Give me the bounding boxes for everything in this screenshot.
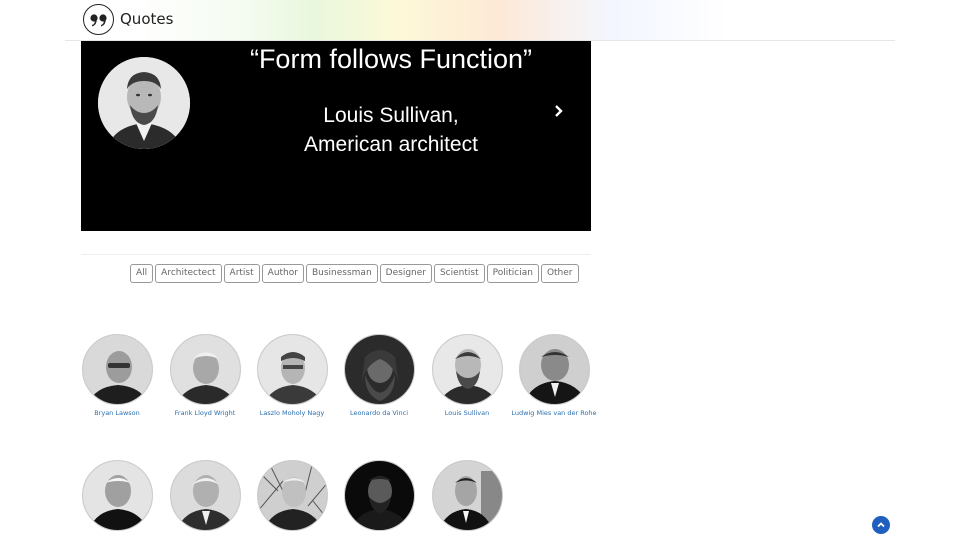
person-avatar[interactable] (81, 334, 153, 405)
person-avatar[interactable] (343, 334, 415, 405)
quote-author: Louis Sullivan, American architect (201, 101, 581, 159)
person-name[interactable]: Frank Lloyd Wright (160, 409, 250, 418)
person-card[interactable] (334, 460, 424, 531)
quote-carousel: “Form follows Function” Louis Sullivan, … (81, 41, 591, 231)
quote-author-name: Louis Sullivan, (323, 104, 459, 127)
filter-artist[interactable]: Artist (223, 264, 260, 283)
chevron-right-icon[interactable] (551, 103, 567, 119)
person-card[interactable]: Ludwig Mies van der Rohe (509, 334, 599, 418)
person-avatar[interactable] (81, 460, 153, 531)
scroll-to-top-button[interactable] (872, 516, 890, 534)
section-divider (81, 254, 591, 255)
filter-all[interactable]: All (130, 264, 154, 283)
person-avatar[interactable] (518, 334, 590, 405)
filter-businessman[interactable]: Businessman (305, 264, 378, 283)
person-avatar[interactable] (256, 460, 328, 531)
person-card[interactable]: Laszlo Moholy Nagy (247, 334, 337, 418)
person-card[interactable]: Frank Lloyd Wright (160, 334, 250, 418)
person-card[interactable]: Louis Sullivan (422, 334, 512, 418)
person-avatar[interactable] (169, 334, 241, 405)
person-avatar[interactable] (256, 334, 328, 405)
quote-author-photo (98, 57, 190, 149)
person-name[interactable]: Ludwig Mies van der Rohe (509, 409, 599, 418)
person-card[interactable]: Bryan Lawson (72, 334, 162, 418)
person-avatar[interactable] (431, 334, 503, 405)
person-name[interactable]: Louis Sullivan (422, 409, 512, 418)
quote-author-title: American architect (304, 133, 478, 156)
person-card[interactable] (72, 460, 162, 531)
filter-designer[interactable]: Designer (379, 264, 432, 283)
filter-scientist[interactable]: Scientist (433, 264, 485, 283)
person-card[interactable] (422, 460, 512, 531)
person-avatar[interactable] (343, 460, 415, 531)
person-card[interactable] (247, 460, 337, 531)
person-name[interactable]: Bryan Lawson (72, 409, 162, 418)
chevron-up-icon (877, 522, 885, 528)
quote-text: “Form follows Function” (249, 44, 533, 74)
app-title: Quotes (120, 10, 174, 28)
top-header: Quotes (65, 0, 895, 41)
filter-architect[interactable]: Architectect (155, 264, 222, 283)
person-name[interactable]: Laszlo Moholy Nagy (247, 409, 337, 418)
person-avatar[interactable] (431, 460, 503, 531)
category-filter-bar: All Architectect Artist Author Businessm… (130, 264, 579, 283)
person-card[interactable]: Leonardo da Vinci (334, 334, 424, 418)
filter-other[interactable]: Other (540, 264, 579, 283)
person-avatar[interactable] (169, 460, 241, 531)
person-name[interactable]: Leonardo da Vinci (334, 409, 424, 418)
quote-marks-icon[interactable] (83, 4, 114, 35)
filter-author[interactable]: Author (261, 264, 304, 283)
filter-politician[interactable]: Politician (486, 264, 539, 283)
person-card[interactable] (160, 460, 250, 531)
